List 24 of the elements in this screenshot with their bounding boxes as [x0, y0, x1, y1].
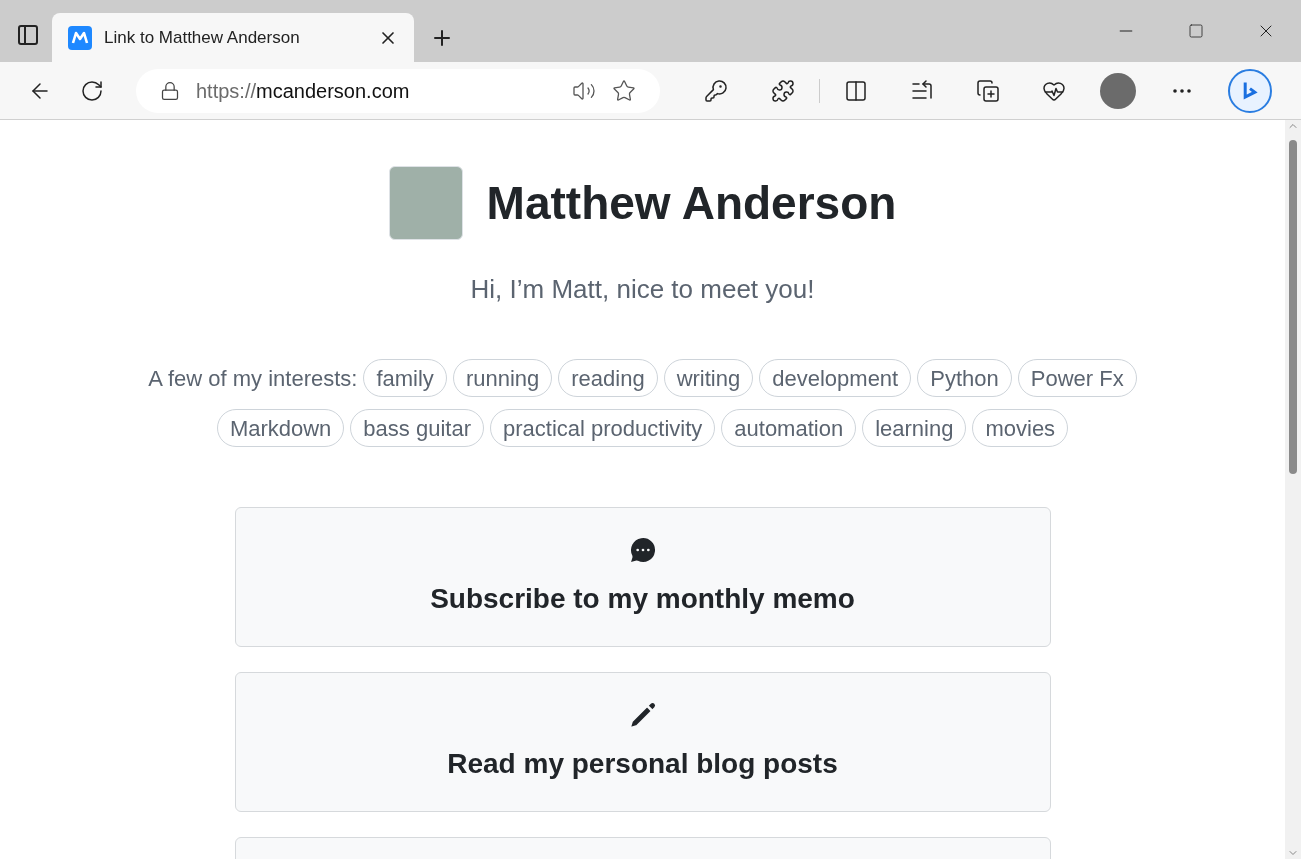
- address-bar[interactable]: https://mcanderson.com: [136, 68, 660, 113]
- star-icon[interactable]: [612, 78, 636, 103]
- chat-bubble-button[interactable]: [1228, 68, 1272, 113]
- browser-tab[interactable]: Link to Matthew Anderson: [52, 13, 414, 62]
- profile-avatar[interactable]: [1100, 72, 1136, 109]
- link-card[interactable]: Subscribe to my monthly memo: [234, 507, 1051, 647]
- tagline: Hi, I’m Matt, nice to meet you!: [470, 273, 815, 306]
- extensions-icon: [771, 78, 795, 103]
- maximize-icon[interactable]: [1188, 23, 1204, 39]
- scrollbar-thumb[interactable]: [1289, 140, 1297, 474]
- lock-icon: [160, 80, 180, 101]
- site-logo-icon: [68, 25, 92, 50]
- refresh-icon: [80, 78, 104, 103]
- link-card[interactable]: Read my personal blog posts: [234, 672, 1051, 812]
- key-icon: [704, 78, 728, 103]
- scrollbar[interactable]: [1285, 120, 1301, 859]
- more-icon: [1173, 88, 1191, 93]
- tab-title: Link to Matthew Anderson: [104, 26, 301, 49]
- collections-icon: [976, 78, 1000, 103]
- split-screen-icon: [844, 78, 868, 103]
- tab-actions-icon[interactable]: [16, 23, 40, 47]
- profile-name: Matthew Anderson: [486, 175, 897, 231]
- url-text: https://mcanderson.com: [196, 78, 411, 104]
- interests-label: A few of my interests:: [148, 364, 358, 393]
